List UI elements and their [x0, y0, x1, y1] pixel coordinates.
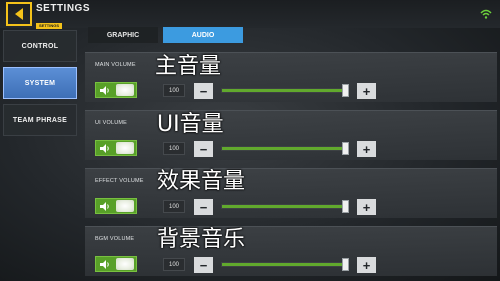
volume-slider[interactable] — [221, 146, 349, 151]
wifi-icon — [480, 6, 492, 24]
sidebar: CONTROL SYSTEM TEAM PHRASE — [3, 30, 77, 141]
volume-overlay-caption: 背景音乐 — [157, 227, 246, 252]
volume-label: EFFECT VOLUME — [95, 178, 144, 184]
increase-button[interactable]: + — [357, 199, 376, 215]
decrease-button[interactable]: − — [194, 199, 213, 215]
chevron-left-icon — [15, 8, 23, 20]
sidebar-item-label: TEAM PHRASE — [12, 116, 68, 124]
sidebar-item-team-phrase[interactable]: TEAM PHRASE — [3, 104, 77, 136]
volume-value: 100 — [163, 200, 185, 213]
slider-fill — [222, 205, 348, 208]
volume-label: UI VOLUME — [95, 120, 128, 126]
slider-fill — [222, 147, 348, 150]
volume-slider[interactable] — [221, 88, 349, 93]
volume-row-main: MAIN VOLUME 主音量 100 − + — [85, 52, 497, 102]
mute-toggle[interactable] — [95, 140, 137, 156]
title-badge: SETTINGS — [36, 23, 63, 29]
volume-label: BGM VOLUME — [95, 236, 135, 242]
mute-toggle[interactable] — [95, 256, 137, 272]
toggle-knob — [116, 142, 134, 154]
speaker-icon — [96, 201, 114, 211]
toggle-knob — [116, 200, 134, 212]
sidebar-item-control[interactable]: CONTROL — [3, 30, 77, 62]
increase-button[interactable]: + — [357, 257, 376, 273]
volume-overlay-caption: UI音量 — [157, 112, 224, 137]
volume-row-effect: EFFECT VOLUME 效果音量 100 − + — [85, 168, 497, 218]
slider-thumb[interactable] — [342, 258, 349, 271]
increase-button[interactable]: + — [357, 141, 376, 157]
sidebar-item-label: SYSTEM — [24, 79, 56, 87]
volume-slider[interactable] — [221, 262, 349, 267]
slider-thumb[interactable] — [342, 200, 349, 213]
increase-button[interactable]: + — [357, 83, 376, 99]
page-title: SETTINGS — [36, 3, 91, 14]
decrease-button[interactable]: − — [194, 141, 213, 157]
volume-value: 100 — [163, 84, 185, 97]
toggle-knob — [116, 258, 134, 270]
title-group: SETTINGS SETTINGS — [36, 3, 90, 32]
slider-thumb[interactable] — [342, 142, 349, 155]
mute-toggle[interactable] — [95, 198, 137, 214]
volume-overlay-caption: 主音量 — [155, 54, 222, 79]
slider-thumb[interactable] — [342, 84, 349, 97]
mute-toggle[interactable] — [95, 82, 137, 98]
tab-graphic[interactable]: GRAPHIC — [88, 27, 158, 43]
top-bar: SETTINGS SETTINGS — [0, 0, 500, 29]
volume-row-bgm: BGM VOLUME 背景音乐 100 − + — [85, 226, 497, 276]
volume-value: 100 — [163, 142, 185, 155]
decrease-button[interactable]: − — [194, 83, 213, 99]
volume-label: MAIN VOLUME — [95, 62, 136, 68]
decrease-button[interactable]: − — [194, 257, 213, 273]
volume-value: 100 — [163, 258, 185, 271]
toggle-knob — [116, 84, 134, 96]
sidebar-item-label: CONTROL — [21, 42, 59, 50]
volume-slider[interactable] — [221, 204, 349, 209]
volume-row-ui: UI VOLUME UI音量 100 − + — [85, 110, 497, 160]
speaker-icon — [96, 143, 114, 153]
tab-bar: GRAPHIC AUDIO — [88, 27, 248, 43]
volume-overlay-caption: 效果音量 — [157, 169, 246, 194]
tab-audio[interactable]: AUDIO — [163, 27, 243, 43]
slider-fill — [222, 263, 348, 266]
sidebar-item-system[interactable]: SYSTEM — [3, 67, 77, 99]
slider-fill — [222, 89, 348, 92]
speaker-icon — [96, 259, 114, 269]
back-button[interactable] — [6, 2, 32, 26]
speaker-icon — [96, 85, 114, 95]
